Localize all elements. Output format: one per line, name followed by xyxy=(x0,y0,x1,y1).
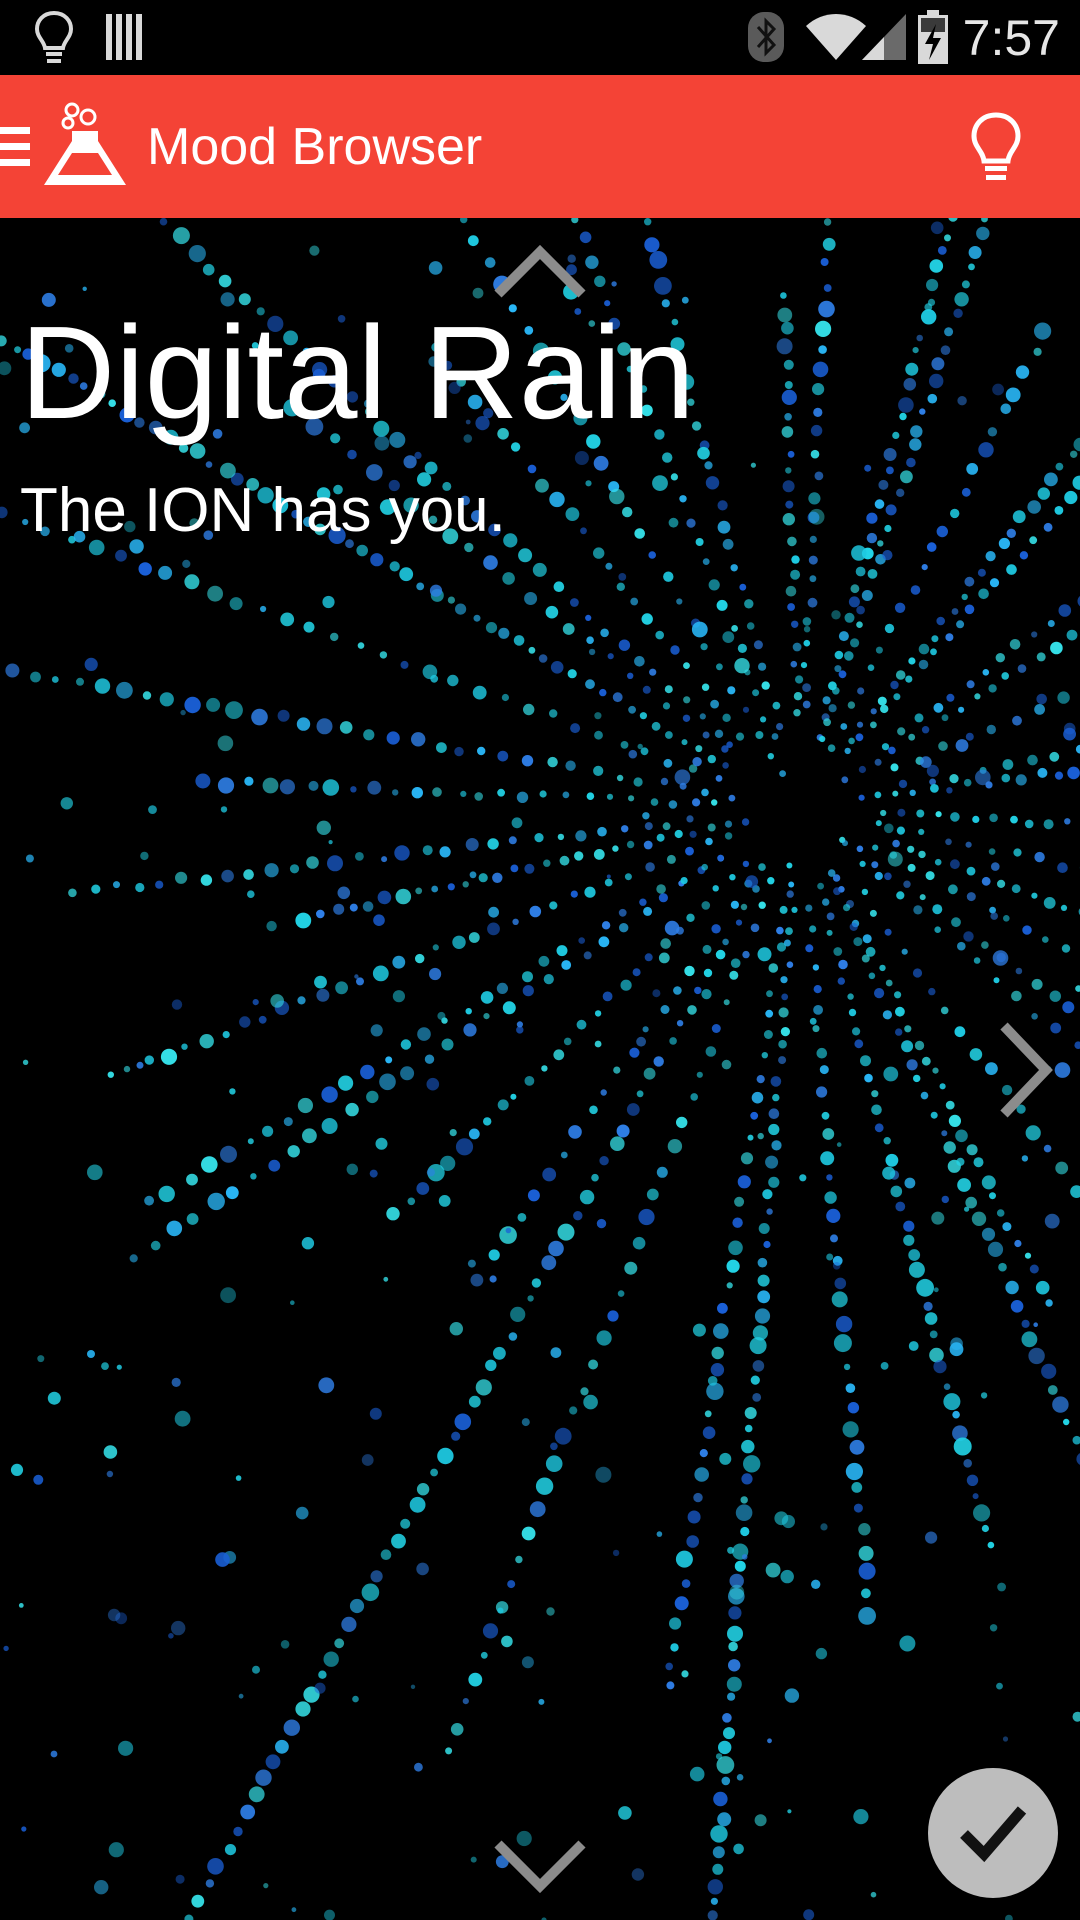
chevron-down-icon[interactable] xyxy=(494,1840,586,1899)
wifi-icon xyxy=(806,14,866,65)
signal-icon xyxy=(862,14,906,65)
chevron-up-icon[interactable] xyxy=(494,244,586,303)
checkmark-icon xyxy=(958,1802,1028,1869)
mood-subtitle: The ION has you. xyxy=(20,476,506,545)
barcode-icon xyxy=(106,14,146,65)
status-time: 7:57 xyxy=(962,10,1060,66)
mood-preview[interactable]: Digital Rain The ION has you. xyxy=(0,218,1080,1920)
status-bar: 7:57 xyxy=(0,0,1080,75)
lightbulb-icon xyxy=(34,10,74,71)
flask-logo-icon[interactable] xyxy=(42,101,128,194)
mood-title: Digital Rain xyxy=(20,299,695,446)
screen: 7:57 Mood Browser Digital Rain The ION h… xyxy=(0,0,1080,1920)
bluetooth-icon xyxy=(748,12,784,67)
hamburger-menu-icon[interactable] xyxy=(0,125,30,174)
confirm-button[interactable] xyxy=(928,1768,1058,1898)
battery-charging-icon xyxy=(918,10,948,69)
app-bar: Mood Browser xyxy=(0,75,1080,218)
lightbulb-icon[interactable] xyxy=(970,111,1022,190)
chevron-right-icon[interactable] xyxy=(998,1022,1054,1123)
app-title: Mood Browser xyxy=(147,118,483,176)
